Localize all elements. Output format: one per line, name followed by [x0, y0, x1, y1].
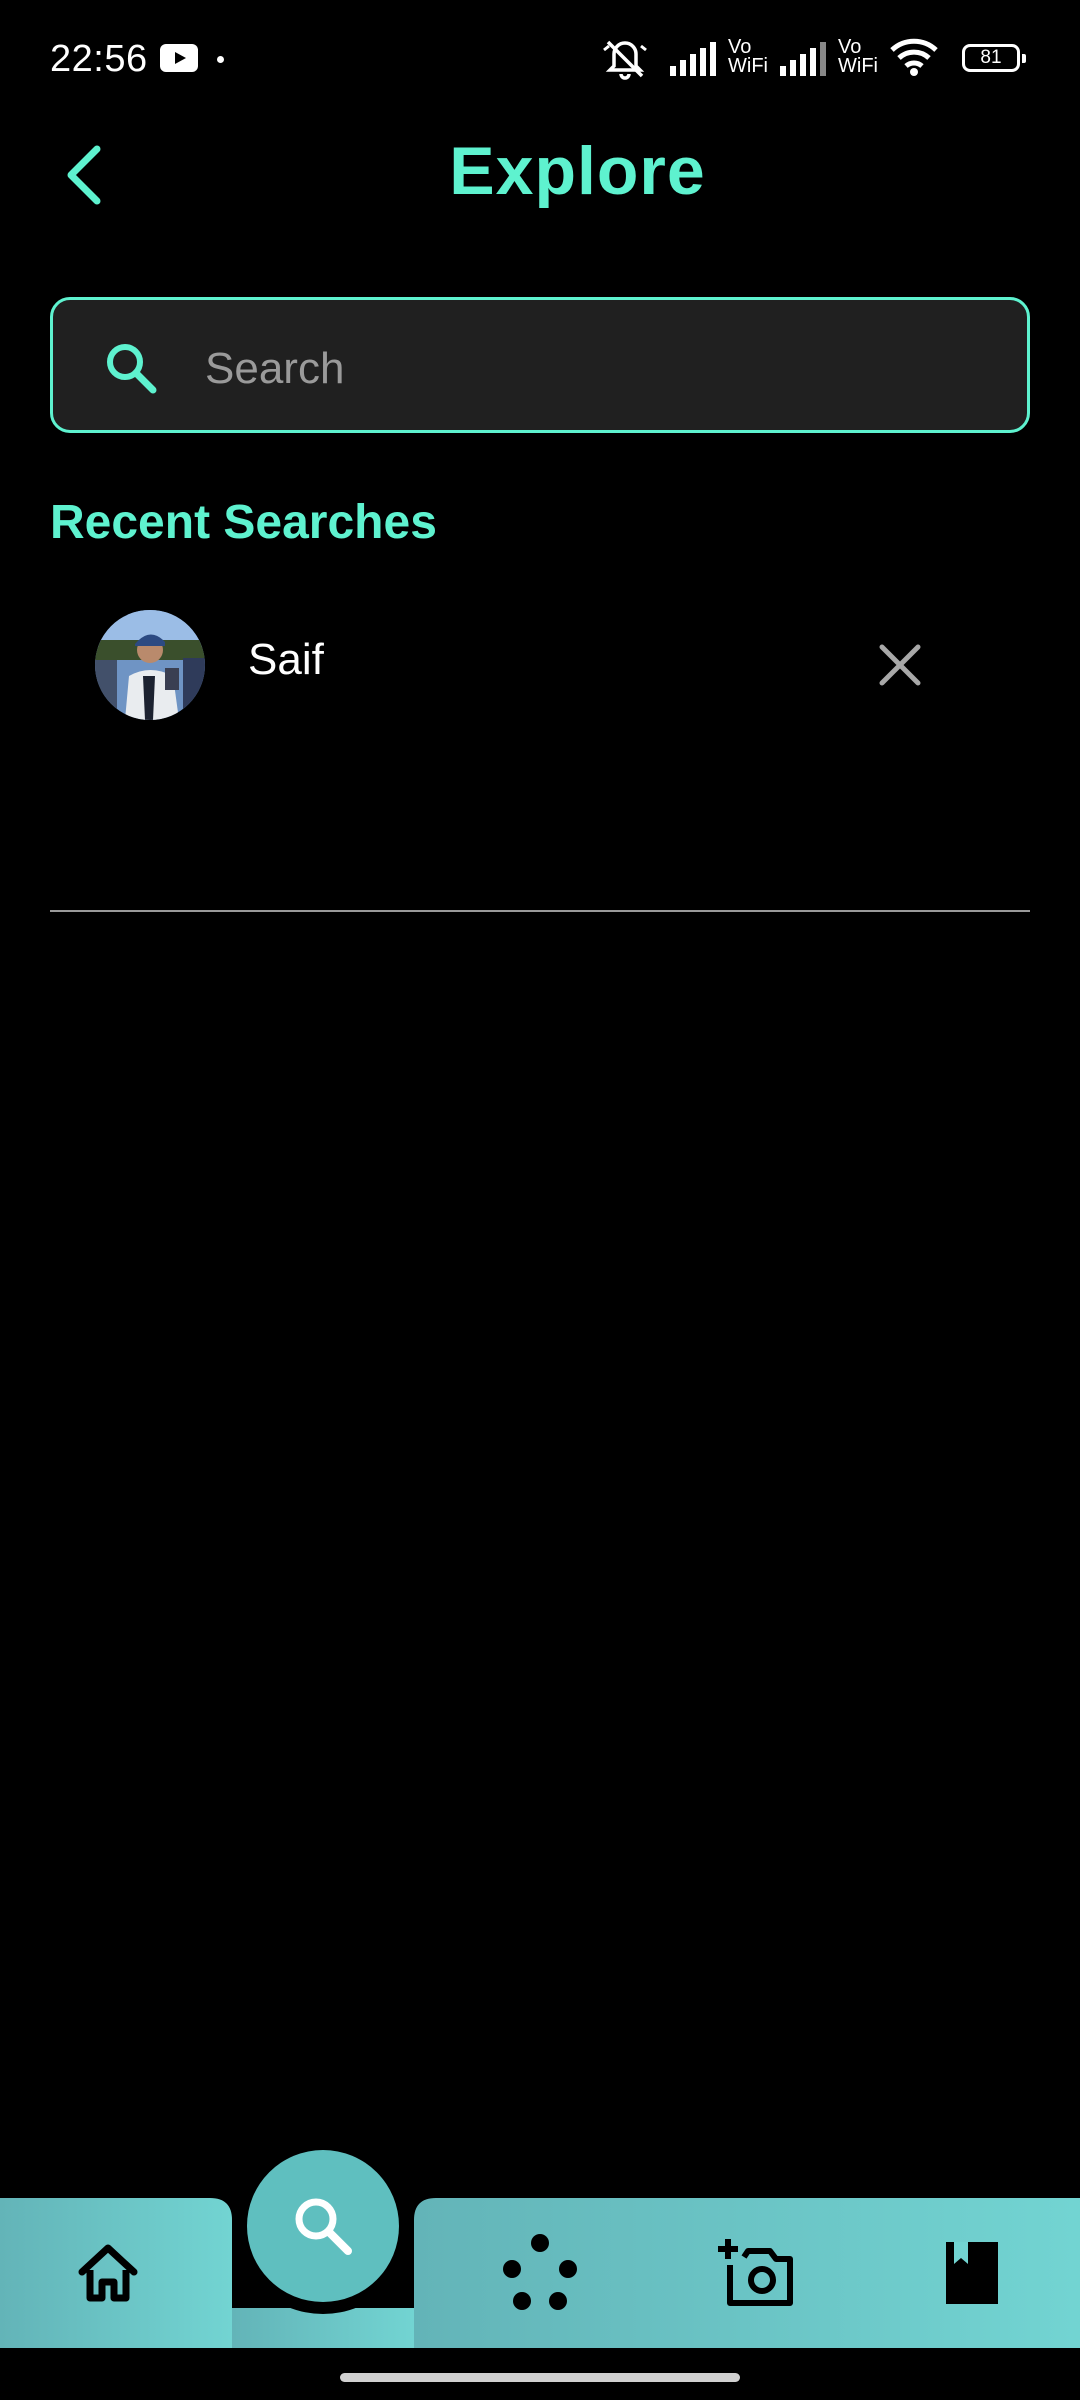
avatar [95, 610, 205, 720]
signal-icon [670, 42, 716, 76]
close-icon [879, 644, 921, 686]
nav-add-photo-button[interactable] [696, 2218, 816, 2328]
wifi-icon [890, 38, 938, 76]
search-input[interactable] [203, 328, 987, 410]
bookmark-icon [946, 2242, 998, 2304]
notification-dot-icon [217, 56, 224, 63]
add-photo-icon [718, 2239, 793, 2306]
home-icon [78, 2244, 138, 2302]
nav-home-button[interactable] [48, 2218, 168, 2328]
nav-bookmarks-button[interactable] [912, 2218, 1032, 2328]
recent-search-name: Saif [248, 635, 324, 684]
mute-icon [603, 40, 647, 80]
vowifi-label-2: Vo WiFi [838, 36, 878, 77]
home-indicator[interactable] [340, 2373, 740, 2382]
vowifi-label-1: Vo WiFi [728, 36, 768, 77]
youtube-icon [160, 44, 198, 72]
remove-recent-search-button[interactable] [865, 630, 935, 700]
signal-icon [780, 42, 826, 76]
dots-icon [503, 2234, 577, 2310]
recent-searches-title: Recent Searches [50, 496, 437, 549]
search-icon [295, 2198, 352, 2255]
nav-search-button[interactable] [247, 2150, 399, 2302]
divider [50, 910, 1030, 912]
search-box[interactable] [50, 297, 1030, 433]
status-icons: Vo WiFi Vo WiFi 81 [600, 0, 1080, 120]
status-time: 22:56 [50, 38, 148, 80]
recent-search-item[interactable]: Saif [50, 595, 1030, 735]
nav-community-button[interactable] [480, 2218, 600, 2328]
bottom-nav [0, 2198, 1080, 2348]
page-title: Explore [449, 133, 706, 209]
battery-icon: 81 [962, 44, 1026, 72]
status-bar: 22:56 Vo WiFi Vo WiFi 81 [0, 0, 1080, 120]
search-icon [107, 344, 157, 394]
